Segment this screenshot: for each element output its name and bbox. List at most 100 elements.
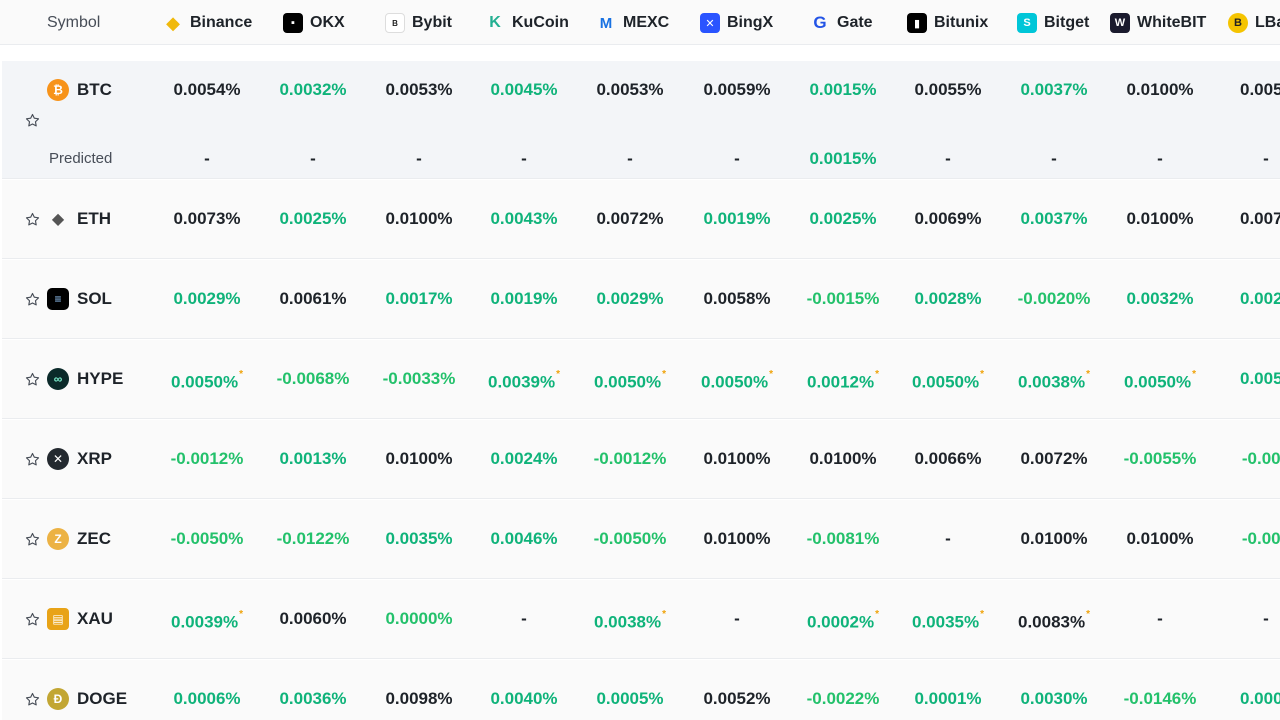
coin-symbol[interactable]: ≡ SOL (47, 288, 112, 310)
funding-rate-cell[interactable]: 0.0100% (1107, 79, 1213, 101)
favorite-star-icon[interactable] (22, 449, 42, 469)
funding-rate-cell[interactable]: 0.0046% (471, 528, 577, 550)
funding-rate-cell[interactable]: 0.0073 (1213, 208, 1280, 230)
funding-rate-cell[interactable]: 0.0045% (471, 79, 577, 101)
exchange-header-mexc[interactable]: M MEXC (596, 12, 669, 34)
funding-rate-cell[interactable]: 0.0069% (895, 208, 1001, 230)
favorite-star-icon[interactable] (22, 529, 42, 549)
funding-rate-cell[interactable]: 0.0015% (790, 148, 896, 170)
funding-rate-cell[interactable]: 0.0032% (260, 79, 366, 101)
funding-rate-cell[interactable]: -0.0122% (260, 528, 366, 550)
funding-rate-cell[interactable]: 0.0029% (577, 288, 683, 310)
exchange-header-bitunix[interactable]: ▮ Bitunix (907, 12, 988, 34)
funding-rate-cell[interactable]: 0.0000% (366, 608, 472, 630)
funding-rate-cell[interactable]: -0.0022% (790, 688, 896, 710)
funding-rate-cell[interactable]: - (154, 148, 260, 170)
funding-rate-cell[interactable]: 0.0052% (684, 688, 790, 710)
funding-rate-cell[interactable]: 0.0032% (1107, 288, 1213, 310)
funding-rate-cell[interactable]: 0.0039%* (471, 368, 577, 392)
funding-rate-cell[interactable]: 0.0054 (1213, 79, 1280, 101)
funding-rate-cell[interactable]: 0.0100% (366, 448, 472, 470)
funding-rate-cell[interactable]: -0.0015% (790, 288, 896, 310)
funding-rate-cell[interactable]: 0.0038%* (1001, 368, 1107, 392)
funding-rate-cell[interactable]: -0.001 (1213, 448, 1280, 470)
exchange-header-gate[interactable]: G Gate (810, 12, 872, 34)
funding-rate-cell[interactable]: 0.0050%* (154, 368, 260, 392)
funding-rate-cell[interactable]: 0.0040% (471, 688, 577, 710)
funding-rate-cell[interactable]: 0.0053% (577, 79, 683, 101)
funding-rate-cell[interactable]: 0.0028% (895, 288, 1001, 310)
funding-rate-cell[interactable]: - (895, 148, 1001, 170)
funding-rate-cell[interactable]: -0.005 (1213, 528, 1280, 550)
funding-rate-cell[interactable]: - (366, 148, 472, 170)
funding-rate-cell[interactable]: - (471, 148, 577, 170)
funding-rate-cell[interactable]: 0.0037% (1001, 208, 1107, 230)
coin-symbol[interactable]: ∞ HYPE (47, 368, 123, 390)
favorite-star-icon[interactable] (22, 110, 42, 130)
funding-rate-cell[interactable]: 0.0100% (1107, 208, 1213, 230)
funding-rate-cell[interactable]: 0.0029 (1213, 288, 1280, 310)
funding-rate-cell[interactable]: 0.0039%* (154, 608, 260, 632)
exchange-header-bitget[interactable]: S Bitget (1017, 12, 1089, 34)
exchange-header-kucoin[interactable]: K KuCoin (485, 12, 569, 34)
favorite-star-icon[interactable] (22, 289, 42, 309)
funding-rate-cell[interactable]: 0.0073% (154, 208, 260, 230)
coin-symbol[interactable]: ◆ ETH (47, 208, 111, 230)
funding-rate-cell[interactable]: -0.0020% (1001, 288, 1107, 310)
exchange-header-lba[interactable]: B LBa (1228, 12, 1280, 34)
funding-rate-cell[interactable]: 0.0058% (684, 288, 790, 310)
coin-symbol[interactable]: Ð DOGE (47, 688, 127, 710)
funding-rate-cell[interactable]: -0.0033% (366, 368, 472, 390)
funding-rate-cell[interactable]: 0.0100% (790, 448, 896, 470)
funding-rate-cell[interactable]: -0.0055% (1107, 448, 1213, 470)
funding-rate-cell[interactable]: -0.0081% (790, 528, 896, 550)
funding-rate-cell[interactable]: - (1001, 148, 1107, 170)
exchange-header-binance[interactable]: ◆ Binance (163, 12, 252, 34)
coin-symbol[interactable]: ✕ XRP (47, 448, 112, 470)
exchange-header-whitebit[interactable]: W WhiteBIT (1110, 12, 1206, 34)
funding-rate-cell[interactable]: 0.0100% (366, 208, 472, 230)
funding-rate-cell[interactable]: 0.0059% (684, 79, 790, 101)
funding-rate-cell[interactable]: - (471, 608, 577, 630)
funding-rate-cell[interactable]: 0.0015% (790, 79, 896, 101)
funding-rate-cell[interactable]: -0.0012% (154, 448, 260, 470)
funding-rate-cell[interactable]: 0.0100% (1001, 528, 1107, 550)
funding-rate-cell[interactable]: - (895, 528, 1001, 550)
funding-rate-cell[interactable]: - (1213, 148, 1280, 170)
funding-rate-cell[interactable]: -0.0068% (260, 368, 366, 390)
funding-rate-cell[interactable]: -0.0146% (1107, 688, 1213, 710)
funding-rate-cell[interactable]: 0.0005% (577, 688, 683, 710)
funding-rate-cell[interactable]: -0.0050% (154, 528, 260, 550)
funding-rate-cell[interactable]: 0.0019% (684, 208, 790, 230)
funding-rate-cell[interactable]: 0.0024% (471, 448, 577, 470)
funding-rate-cell[interactable]: - (260, 148, 366, 170)
funding-rate-cell[interactable]: -0.0012% (577, 448, 683, 470)
funding-rate-cell[interactable]: 0.0006% (154, 688, 260, 710)
funding-rate-cell[interactable]: 0.0030% (1001, 688, 1107, 710)
funding-rate-cell[interactable]: 0.0072% (577, 208, 683, 230)
funding-rate-cell[interactable]: 0.0061% (260, 288, 366, 310)
funding-rate-cell[interactable]: 0.0012%* (790, 368, 896, 392)
funding-rate-cell[interactable]: 0.0035% (366, 528, 472, 550)
funding-rate-cell[interactable]: 0.0002%* (790, 608, 896, 632)
funding-rate-cell[interactable]: 0.0066% (895, 448, 1001, 470)
funding-rate-cell[interactable]: 0.0054% (154, 79, 260, 101)
favorite-star-icon[interactable] (22, 209, 42, 229)
funding-rate-cell[interactable]: 0.0029% (154, 288, 260, 310)
exchange-header-bingx[interactable]: ✕ BingX (700, 12, 773, 34)
funding-rate-cell[interactable]: - (684, 608, 790, 630)
funding-rate-cell[interactable]: - (1107, 608, 1213, 630)
funding-rate-cell[interactable]: 0.0050%* (684, 368, 790, 392)
funding-rate-cell[interactable]: 0.0019% (471, 288, 577, 310)
coin-symbol[interactable]: ▤ XAU (47, 608, 113, 630)
funding-rate-cell[interactable]: 0.0055% (895, 79, 1001, 101)
funding-rate-cell[interactable]: - (577, 148, 683, 170)
funding-rate-cell[interactable]: 0.0013% (260, 448, 366, 470)
funding-rate-cell[interactable]: 0.0037% (1001, 79, 1107, 101)
funding-rate-cell[interactable]: 0.0072% (1001, 448, 1107, 470)
funding-rate-cell[interactable]: 0.0053% (366, 79, 472, 101)
favorite-star-icon[interactable] (22, 689, 42, 709)
funding-rate-cell[interactable]: 0.0036% (260, 688, 366, 710)
funding-rate-cell[interactable]: 0.0043% (471, 208, 577, 230)
funding-rate-cell[interactable]: 0.0050%* (1107, 368, 1213, 392)
